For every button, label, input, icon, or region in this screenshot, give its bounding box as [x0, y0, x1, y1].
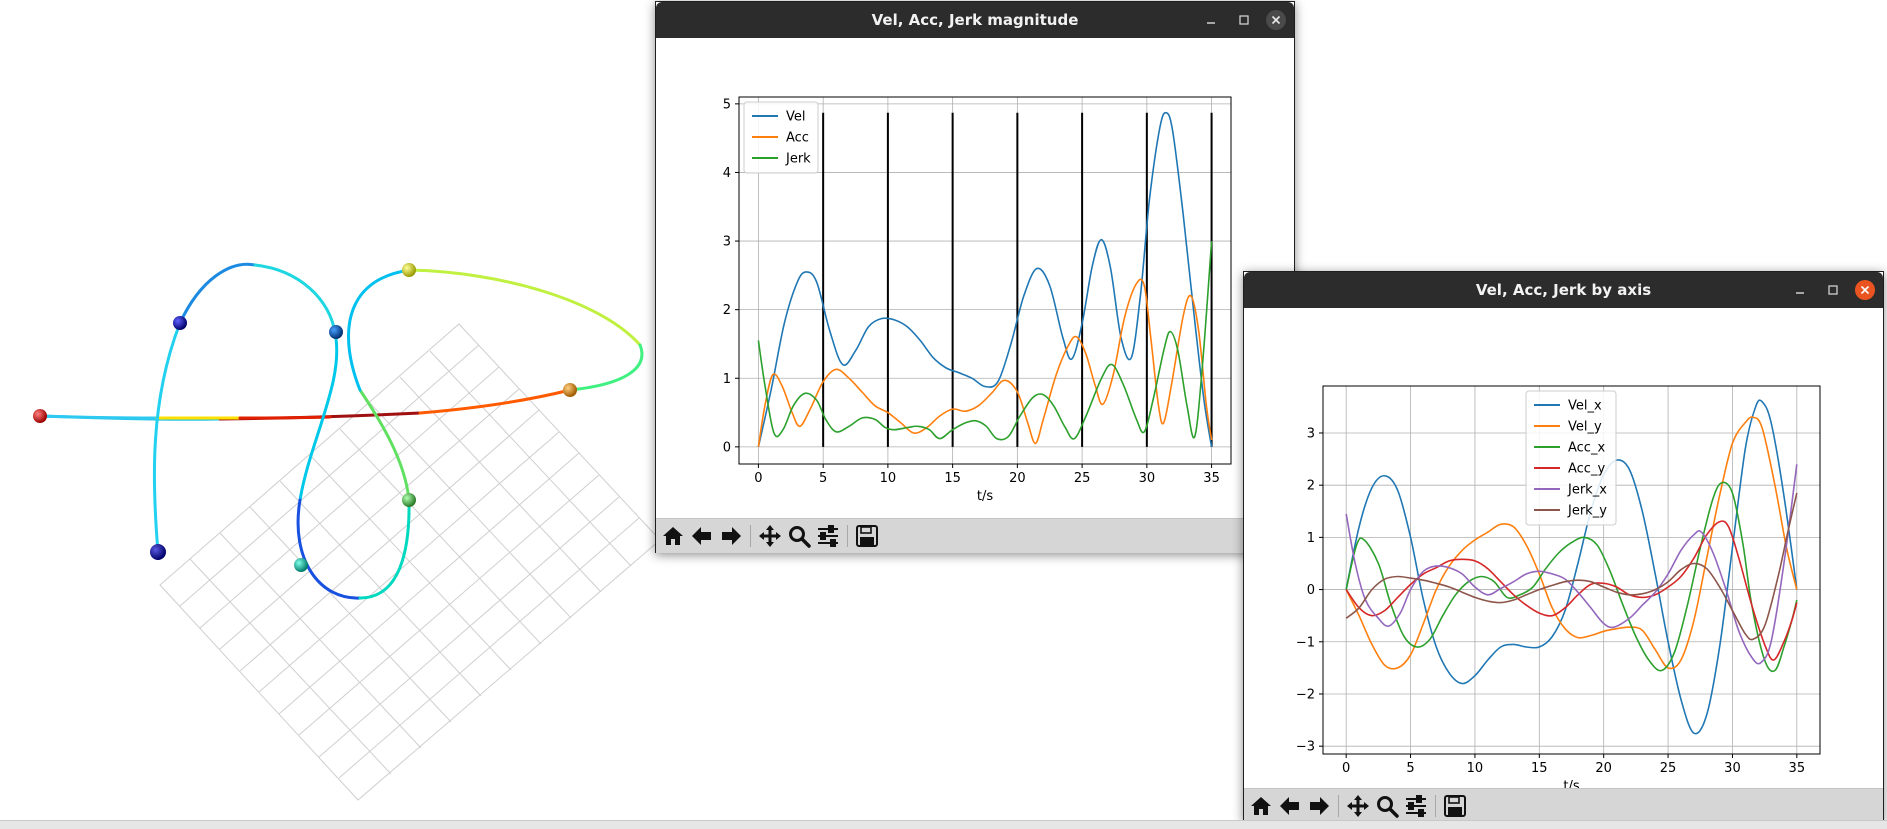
back-arrow-icon[interactable]	[1277, 793, 1303, 819]
home-icon[interactable]	[660, 523, 686, 549]
x-tick-label: 30	[1139, 471, 1156, 486]
ground-grid	[159, 323, 661, 801]
legend-label: Acc_y	[1568, 462, 1605, 477]
y-tick-label: 3	[1307, 426, 1315, 441]
configure-subplots-icon[interactable]	[815, 523, 841, 549]
home-icon[interactable]	[1248, 793, 1274, 819]
window-vel-acc-jerk-by-axis: Vel, Acc, Jerk by axis 0 5 10 15 20 25 30 35 −3−…	[1243, 271, 1884, 822]
maximize-icon[interactable]	[1234, 10, 1254, 30]
x-axis-label: t/s	[977, 489, 993, 504]
close-icon[interactable]	[1855, 280, 1875, 300]
magnitude-chart[interactable]: 0 5 10 15 20 25 30 35 0 1 2 3 4 5 t/s Vel Acc Jerk	[656, 38, 1294, 518]
x-tick-label: 20	[1009, 471, 1026, 486]
legend: Vel_x Vel_y Acc_x Acc_y Jerk_x Jerk_y	[1525, 390, 1617, 526]
toolbar-separator	[750, 525, 751, 547]
minimize-icon[interactable]	[1790, 280, 1810, 300]
x-tick-label: 15	[944, 471, 961, 486]
back-arrow-icon[interactable]	[689, 523, 715, 549]
forward-arrow-icon[interactable]	[718, 523, 744, 549]
waypoint-marker	[329, 325, 343, 339]
zoom-icon[interactable]	[786, 523, 812, 549]
x-tick-label: 15	[1531, 761, 1548, 776]
waypoint-marker	[294, 558, 308, 572]
legend-label: Vel_x	[1568, 399, 1602, 414]
y-tick-label: 1	[1307, 531, 1315, 546]
navigation-toolbar	[1244, 788, 1883, 822]
title-bar[interactable]: Vel, Acc, Jerk magnitude	[656, 2, 1294, 38]
waypoint-marker	[173, 316, 187, 330]
toolbar-separator	[1435, 795, 1436, 817]
zoom-icon[interactable]	[1374, 793, 1400, 819]
y-tick-label: 3	[723, 235, 731, 250]
pan-icon[interactable]	[1345, 793, 1371, 819]
y-tick-label: −1	[1296, 635, 1315, 650]
legend-label: Acc_x	[1568, 441, 1605, 456]
by-axis-chart[interactable]: 0 5 10 15 20 25 30 35 −3 −2 −1 0 1 2 3 t/s Vel_x Vel_y Acc…	[1244, 308, 1883, 794]
y-tick-label: 5	[723, 97, 731, 112]
y-tick-label: 0	[1307, 583, 1315, 598]
legend: Vel Acc Jerk	[743, 101, 819, 174]
x-tick-label: 0	[754, 471, 762, 486]
minimize-icon[interactable]	[1201, 10, 1221, 30]
x-axis-label: t/s	[1563, 779, 1579, 788]
configure-subplots-icon[interactable]	[1403, 793, 1429, 819]
x-tick-label: 25	[1660, 761, 1677, 776]
x-tick-label: 5	[819, 471, 827, 486]
y-tick-label: 2	[723, 303, 731, 318]
y-tick-label: 0	[723, 440, 731, 455]
y-tick-label: 1	[723, 372, 731, 387]
y-tick-label: −3	[1296, 740, 1315, 755]
x-tick-label: 10	[1467, 761, 1484, 776]
legend-label: Jerk	[785, 152, 811, 167]
waypoint-marker	[150, 544, 166, 560]
legend-label: Acc	[786, 131, 809, 146]
waypoint-start-marker	[33, 409, 47, 423]
series-line-vel	[757, 111, 1213, 448]
window-title: Vel, Acc, Jerk magnitude	[871, 11, 1079, 29]
trajectory-path	[38, 262, 644, 600]
x-tick-label: 5	[1406, 761, 1414, 776]
waypoint-marker	[402, 263, 416, 277]
forward-arrow-icon[interactable]	[1306, 793, 1332, 819]
y-tick-label: 2	[1307, 479, 1315, 494]
legend-label: Vel	[786, 110, 806, 125]
window-title: Vel, Acc, Jerk by axis	[1475, 281, 1652, 299]
pan-icon[interactable]	[757, 523, 783, 549]
save-icon[interactable]	[854, 523, 880, 549]
navigation-toolbar	[656, 518, 1294, 553]
waypoint-marker	[563, 383, 577, 397]
toolbar-separator	[1338, 795, 1339, 817]
y-tick-label: 4	[723, 166, 731, 181]
x-tick-label: 10	[880, 471, 897, 486]
legend-label: Vel_y	[1568, 420, 1602, 435]
window-vel-acc-jerk-magnitude: Vel, Acc, Jerk magnitude 0 5 10 15 20 25 30 35 0…	[655, 1, 1295, 553]
x-tick-label: 30	[1724, 761, 1741, 776]
title-bar[interactable]: Vel, Acc, Jerk by axis	[1244, 272, 1883, 308]
y-tick-label: −2	[1296, 687, 1315, 702]
x-tick-label: 35	[1203, 471, 1220, 486]
save-icon[interactable]	[1442, 793, 1468, 819]
legend-label: Jerk_x	[1567, 483, 1607, 498]
maximize-icon[interactable]	[1823, 280, 1843, 300]
toolbar-separator	[847, 525, 848, 547]
x-tick-label: 35	[1789, 761, 1806, 776]
x-tick-label: 20	[1595, 761, 1612, 776]
x-tick-label: 0	[1342, 761, 1350, 776]
close-icon[interactable]	[1266, 10, 1286, 30]
series-lines	[757, 111, 1213, 448]
legend-label: Jerk_y	[1567, 504, 1607, 519]
x-tick-label: 25	[1074, 471, 1091, 486]
waypoint-marker	[402, 493, 416, 507]
